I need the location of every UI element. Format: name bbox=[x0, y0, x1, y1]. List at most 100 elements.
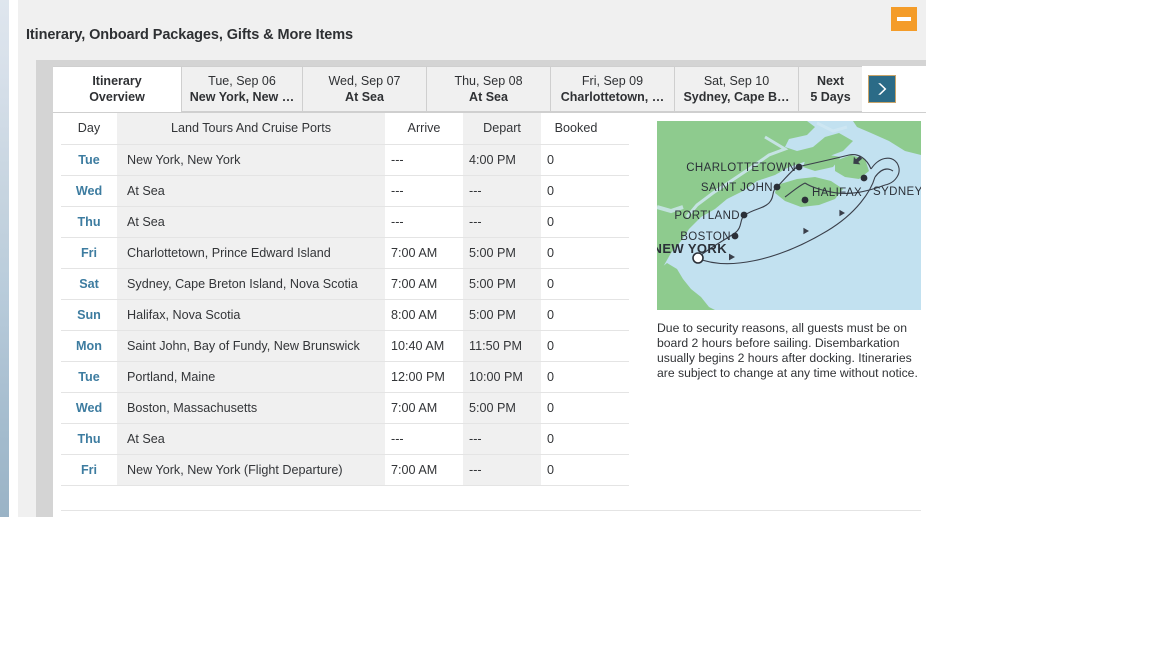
cell-booked: 0 bbox=[541, 206, 629, 238]
map-label-halifax: HALIFAX bbox=[812, 187, 862, 199]
panel-header: Itinerary, Onboard Packages, Gifts & Mor… bbox=[18, 0, 926, 60]
map-label-new-york: NEW YORK bbox=[657, 241, 727, 256]
minus-icon bbox=[897, 17, 911, 21]
column-header-day: Day bbox=[61, 113, 117, 145]
cell-port: New York, New York (Flight Departure) bbox=[117, 454, 385, 486]
cell-depart: --- bbox=[463, 423, 541, 455]
port-dot-halifax bbox=[801, 196, 809, 204]
collapse-panel-button[interactable] bbox=[891, 7, 917, 31]
cell-arrive: 8:00 AM bbox=[385, 299, 463, 331]
itinerary-disclaimer: Due to security reasons, all guests must… bbox=[657, 321, 918, 380]
cell-port: At Sea bbox=[117, 423, 385, 455]
cell-day: Fri bbox=[61, 237, 117, 269]
page-title: Itinerary, Onboard Packages, Gifts & Mor… bbox=[26, 27, 354, 43]
tab-line1: Sat, Sep 10 bbox=[703, 74, 770, 88]
content-bottom-divider bbox=[61, 510, 921, 511]
tab-line2: Sydney, Cape B… bbox=[683, 90, 790, 104]
itinerary-panel: Itinerary, Onboard Packages, Gifts & Mor… bbox=[18, 0, 926, 517]
cell-booked: 0 bbox=[541, 361, 629, 393]
column-header-depart: Depart bbox=[463, 113, 541, 145]
cell-arrive: 7:00 AM bbox=[385, 392, 463, 424]
table-row: Mon Saint John, Bay of Fundy, New Brunsw… bbox=[61, 330, 629, 362]
cell-depart: 4:00 PM bbox=[463, 144, 541, 176]
tab-line2: At Sea bbox=[469, 90, 508, 104]
cell-depart: --- bbox=[463, 454, 541, 486]
cell-day: Sat bbox=[61, 268, 117, 300]
itinerary-table: Day Land Tours And Cruise Ports Arrive D… bbox=[61, 113, 629, 486]
cell-day: Mon bbox=[61, 330, 117, 362]
cell-port: Sydney, Cape Breton Island, Nova Scotia bbox=[117, 268, 385, 300]
tab-day-2[interactable]: Wed, Sep 07 At Sea bbox=[302, 66, 426, 112]
tab-next-5-days[interactable]: Next 5 Days bbox=[798, 66, 862, 112]
tab-line1: Next bbox=[816, 74, 845, 88]
itinerary-body: Day Land Tours And Cruise Ports Arrive D… bbox=[53, 113, 926, 486]
port-dot-charlottetown bbox=[795, 163, 803, 171]
cell-arrive: --- bbox=[385, 206, 463, 238]
cell-day: Wed bbox=[61, 175, 117, 207]
cell-booked: 0 bbox=[541, 330, 629, 362]
cell-day: Tue bbox=[61, 361, 117, 393]
tab-day-3[interactable]: Thu, Sep 08 At Sea bbox=[426, 66, 550, 112]
cell-port: Saint John, Bay of Fundy, New Brunswick bbox=[117, 330, 385, 362]
background-gap bbox=[9, 0, 18, 517]
cell-port: Portland, Maine bbox=[117, 361, 385, 393]
port-dot-portland bbox=[740, 211, 748, 219]
table-row: Thu At Sea --- --- 0 bbox=[61, 206, 629, 238]
map-label-charlottetown: CHARLOTTETOWN bbox=[686, 162, 796, 174]
cell-depart: 11:50 PM bbox=[463, 330, 541, 362]
cell-day: Wed bbox=[61, 392, 117, 424]
cell-arrive: 7:00 AM bbox=[385, 268, 463, 300]
page-root: Itinerary, Onboard Packages, Gifts & Mor… bbox=[0, 0, 1152, 648]
tab-day-5[interactable]: Sat, Sep 10 Sydney, Cape B… bbox=[674, 66, 798, 112]
table-row: Sat Sydney, Cape Breton Island, Nova Sco… bbox=[61, 268, 629, 300]
tab-line1: Wed, Sep 07 bbox=[328, 74, 401, 88]
cell-port: Charlottetown, Prince Edward Island bbox=[117, 237, 385, 269]
table-row: Wed At Sea --- --- 0 bbox=[61, 175, 629, 207]
tab-line2: 5 Days bbox=[810, 90, 851, 104]
cell-port: At Sea bbox=[117, 175, 385, 207]
map-label-saint-john: SAINT JOHN bbox=[701, 182, 773, 194]
cell-day: Thu bbox=[61, 206, 117, 238]
tab-day-4[interactable]: Fri, Sep 09 Charlottetown, … bbox=[550, 66, 674, 112]
map-column: CHARLOTTETOWN SAINT JOHN HALIFAX SYDNEY … bbox=[657, 113, 923, 381]
tab-line2: Charlottetown, … bbox=[560, 90, 665, 104]
column-header-ports: Land Tours And Cruise Ports bbox=[117, 113, 385, 145]
cell-day: Tue bbox=[61, 144, 117, 176]
tab-line2: At Sea bbox=[345, 90, 384, 104]
table-row: Fri New York, New York (Flight Departure… bbox=[61, 454, 629, 486]
content-frame: Itinerary Overview Tue, Sep 06 New York,… bbox=[36, 60, 926, 517]
next-days-button[interactable] bbox=[868, 75, 896, 103]
cell-day: Thu bbox=[61, 423, 117, 455]
cell-port: At Sea bbox=[117, 206, 385, 238]
tab-line2: New York, New … bbox=[189, 90, 295, 104]
cell-depart: 5:00 PM bbox=[463, 299, 541, 331]
tab-line1: Itinerary bbox=[92, 74, 142, 88]
table-row: Tue New York, New York --- 4:00 PM 0 bbox=[61, 144, 629, 176]
cell-booked: 0 bbox=[541, 144, 629, 176]
cruise-route-map: CHARLOTTETOWN SAINT JOHN HALIFAX SYDNEY … bbox=[657, 121, 921, 310]
cell-depart: 5:00 PM bbox=[463, 237, 541, 269]
cell-depart: 5:00 PM bbox=[463, 392, 541, 424]
tab-day-1[interactable]: Tue, Sep 06 New York, New … bbox=[181, 66, 302, 112]
cell-booked: 0 bbox=[541, 392, 629, 424]
table-row: Sun Halifax, Nova Scotia 8:00 AM 5:00 PM… bbox=[61, 299, 629, 331]
cell-port: Boston, Massachusetts bbox=[117, 392, 385, 424]
cell-day: Sun bbox=[61, 299, 117, 331]
table-row: Fri Charlottetown, Prince Edward Island … bbox=[61, 237, 629, 269]
day-tabs: Itinerary Overview Tue, Sep 06 New York,… bbox=[53, 66, 926, 113]
tab-line1: Tue, Sep 06 bbox=[208, 74, 276, 88]
cell-booked: 0 bbox=[541, 423, 629, 455]
table-row: Tue Portland, Maine 12:00 PM 10:00 PM 0 bbox=[61, 361, 629, 393]
cell-depart: 5:00 PM bbox=[463, 268, 541, 300]
tab-itinerary-overview[interactable]: Itinerary Overview bbox=[53, 66, 181, 112]
column-header-arrive: Arrive bbox=[385, 113, 463, 145]
column-header-booked: Booked bbox=[541, 113, 629, 145]
cell-arrive: --- bbox=[385, 423, 463, 455]
cell-day: Fri bbox=[61, 454, 117, 486]
cell-port: Halifax, Nova Scotia bbox=[117, 299, 385, 331]
cell-booked: 0 bbox=[541, 299, 629, 331]
port-dot-boston bbox=[731, 232, 739, 240]
tab-line1: Thu, Sep 08 bbox=[454, 74, 523, 88]
tab-line1: Fri, Sep 09 bbox=[581, 74, 644, 88]
port-dot-saint-john bbox=[773, 183, 781, 191]
